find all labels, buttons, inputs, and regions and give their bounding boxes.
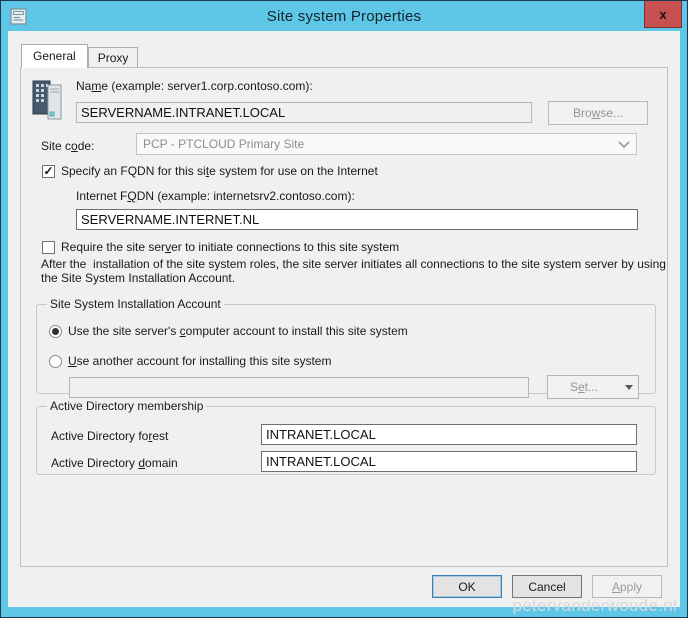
window-icon bbox=[10, 8, 27, 25]
site-system-server-icon bbox=[32, 80, 62, 120]
specify-fqdn-checkbox-row[interactable]: ✓ Specify an FQDN for this site system f… bbox=[42, 164, 378, 178]
tab-strip: General Proxy bbox=[21, 44, 139, 68]
account-input[interactable] bbox=[69, 377, 529, 398]
ad-forest-label: Active Directory forest bbox=[51, 429, 169, 443]
window-title: Site system Properties bbox=[266, 7, 422, 25]
set-button-label: Set... bbox=[569, 380, 599, 394]
set-dropdown-arrow[interactable] bbox=[620, 384, 638, 390]
radio-another-account-row[interactable]: Use another account for installing this … bbox=[49, 354, 331, 368]
name-input[interactable] bbox=[76, 102, 532, 123]
radio-unselected-icon[interactable] bbox=[49, 354, 62, 368]
chevron-down-icon bbox=[618, 140, 630, 148]
close-icon: x bbox=[659, 6, 667, 22]
watermark-text: petervanderwoude.nl bbox=[512, 596, 677, 615]
specify-fqdn-label: Specify an FQDN for this site system for… bbox=[61, 164, 378, 178]
site-code-value: PCP - PTCLOUD Primary Site bbox=[143, 137, 305, 151]
site-system-properties-window: Site system Properties x General Proxy N… bbox=[0, 0, 688, 618]
tab-proxy[interactable]: Proxy bbox=[87, 47, 139, 67]
active-directory-membership-group: Active Directory membership Active Direc… bbox=[36, 399, 656, 475]
radio-computer-account-row[interactable]: Use the site server's computer account t… bbox=[49, 324, 408, 338]
require-site-server-checkbox-row[interactable]: Require the site server to initiate conn… bbox=[42, 240, 399, 254]
footer-button-row: OK Cancel Apply bbox=[432, 575, 662, 598]
installation-group-legend: Site System Installation Account bbox=[50, 297, 221, 311]
ad-domain-label: Active Directory domain bbox=[51, 456, 178, 470]
internet-fqdn-input[interactable] bbox=[76, 209, 638, 230]
browse-button[interactable]: Browse... bbox=[548, 101, 648, 125]
installation-info-text: After the installation of the site syste… bbox=[41, 257, 670, 285]
set-button[interactable]: Set... bbox=[547, 375, 639, 399]
triangle-down-icon bbox=[625, 384, 633, 390]
apply-button[interactable]: Apply bbox=[592, 575, 662, 598]
checkbox-checked-icon[interactable]: ✓ bbox=[42, 164, 55, 178]
dialog-body: General Proxy Name (example: server1.cor… bbox=[8, 31, 680, 607]
checkbox-unchecked-icon[interactable] bbox=[42, 240, 55, 254]
site-code-dropdown[interactable]: PCP - PTCLOUD Primary Site bbox=[136, 133, 637, 155]
radio-computer-account-label: Use the site server's computer account t… bbox=[68, 324, 408, 338]
ad-forest-input[interactable] bbox=[261, 424, 637, 445]
radio-selected-icon[interactable] bbox=[49, 324, 62, 338]
ok-button[interactable]: OK bbox=[432, 575, 502, 598]
titlebar: Site system Properties x bbox=[1, 1, 687, 31]
tab-page-general: Name (example: server1.corp.contoso.com)… bbox=[20, 67, 668, 567]
internet-fqdn-label: Internet FQDN (example: internetsrv2.con… bbox=[76, 189, 355, 203]
tab-general[interactable]: General bbox=[21, 44, 88, 68]
ad-group-legend: Active Directory membership bbox=[50, 399, 204, 413]
name-label: Name (example: server1.corp.contoso.com)… bbox=[76, 79, 313, 93]
cancel-button[interactable]: Cancel bbox=[512, 575, 582, 598]
require-site-server-label: Require the site server to initiate conn… bbox=[61, 240, 400, 254]
close-button[interactable]: x bbox=[644, 1, 682, 28]
site-code-label: Site code: bbox=[41, 139, 95, 153]
site-system-installation-account-group: Site System Installation Account Use the… bbox=[36, 297, 656, 399]
ad-domain-input[interactable] bbox=[261, 451, 637, 472]
radio-another-account-label: Use another account for installing this … bbox=[68, 354, 332, 368]
